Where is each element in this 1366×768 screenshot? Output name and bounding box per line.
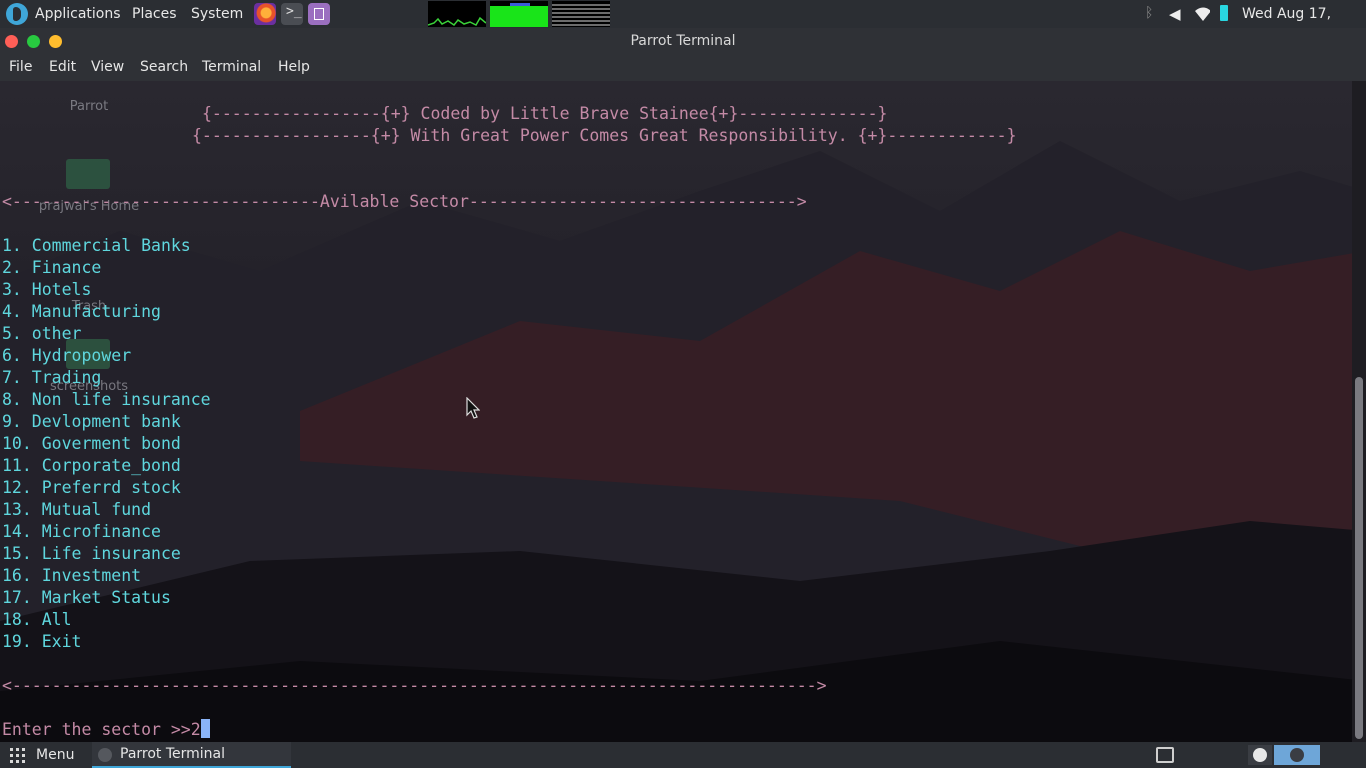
bluetooth-icon[interactable]: ᛒ (1145, 5, 1161, 23)
taskbar-item-label: Parrot Terminal (120, 746, 226, 762)
mouse-pointer-icon (466, 397, 480, 419)
top-panel: Applications Places System >_ ᛒ ◀ Wed Au… (0, 0, 1366, 50)
menu-grid-icon[interactable] (10, 748, 26, 764)
list-item: 5. other (2, 324, 82, 343)
menu-bar: File Edit View Search Terminal Help (0, 54, 1366, 81)
minimize-window-button[interactable] (49, 35, 62, 48)
applications-menu[interactable]: Applications (35, 0, 121, 28)
show-desktop-icon[interactable] (1156, 747, 1174, 763)
list-item: 1. Commercial Banks (2, 236, 191, 255)
list-item: 16. Investment (2, 566, 142, 585)
firefox-icon[interactable] (254, 3, 276, 25)
list-item: 10. Goverment bond (2, 434, 181, 453)
close-window-button[interactable] (5, 35, 18, 48)
list-item: 15. Life insurance (2, 544, 181, 563)
system-menu[interactable]: System (191, 0, 243, 28)
menu-button[interactable]: Menu (36, 742, 74, 768)
list-item: 3. Hotels (2, 280, 92, 299)
list-item: 13. Mutual fund (2, 500, 152, 519)
footer-rule: <---------------------------------------… (2, 676, 827, 695)
menu-help[interactable]: Help (278, 54, 310, 80)
menu-file[interactable]: File (9, 54, 32, 80)
maximize-window-button[interactable] (27, 35, 40, 48)
list-item: 17. Market Status (2, 588, 171, 607)
list-item: 11. Corporate_bond (2, 456, 181, 475)
notes-icon[interactable] (308, 3, 330, 25)
list-item: 18. All (2, 610, 72, 629)
list-item: 8. Non life insurance (2, 390, 211, 409)
list-item: 19. Exit (2, 632, 82, 651)
clock[interactable]: Wed Aug 17, 21:14 (1242, 0, 1366, 50)
workspace-2[interactable] (1274, 745, 1320, 765)
memory-graph-icon (490, 1, 548, 27)
places-menu[interactable]: Places (132, 0, 177, 28)
wallpaper-mountains (0, 141, 1366, 742)
scrollbar-thumb[interactable] (1355, 377, 1363, 739)
list-item: 14. Microfinance (2, 522, 161, 541)
terminal-scrollbar[interactable] (1352, 81, 1366, 742)
banner-line-2: {-----------------{+} With Great Power C… (192, 126, 1017, 145)
home-folder-icon (66, 159, 110, 189)
section-header: <-------------------------------Avilable… (2, 192, 807, 211)
terminal-task-icon (98, 748, 112, 762)
workspace-app-icon (1253, 748, 1267, 762)
list-item: 6. Hydropower (2, 346, 132, 365)
list-item: 7. Trading (2, 368, 102, 387)
bottom-panel: Menu Parrot Terminal (0, 742, 1366, 768)
workspace-1[interactable] (1248, 745, 1272, 765)
window-titlebar[interactable]: Parrot Terminal (0, 28, 1366, 54)
terminal-launcher-icon[interactable]: >_ (281, 3, 303, 25)
banner-line-1: {-----------------{+} Coded by Little Br… (202, 104, 888, 123)
menu-view[interactable]: View (91, 54, 124, 80)
network-graph-icon (552, 1, 610, 27)
taskbar-item-terminal[interactable]: Parrot Terminal (92, 742, 291, 768)
terminal-area[interactable]: Parrot prajwal's Home Trash screenshots … (0, 81, 1366, 742)
volume-icon[interactable]: ◀ (1169, 5, 1185, 23)
menu-search[interactable]: Search (140, 54, 188, 80)
battery-icon[interactable] (1220, 5, 1228, 21)
menu-terminal[interactable]: Terminal (202, 54, 261, 80)
parrot-logo-icon[interactable] (6, 3, 28, 25)
workspace-terminal-icon (1290, 748, 1304, 762)
menu-edit[interactable]: Edit (49, 54, 76, 80)
list-item: 12. Preferrd stock (2, 478, 181, 497)
text-cursor (200, 719, 210, 738)
list-item: 4. Manufacturing (2, 302, 161, 321)
list-item: 2. Finance (2, 258, 102, 277)
input-prompt: Enter the sector >>2 (2, 720, 201, 739)
desktop-icon-parrot: Parrot (69, 99, 109, 114)
window-title: Parrot Terminal (630, 33, 736, 49)
list-item: 9. Devlopment bank (2, 412, 181, 431)
input-prompt-line[interactable]: Enter the sector >>2 (2, 719, 210, 741)
cpu-graph-icon (428, 1, 486, 27)
wifi-icon[interactable] (1194, 5, 1210, 23)
